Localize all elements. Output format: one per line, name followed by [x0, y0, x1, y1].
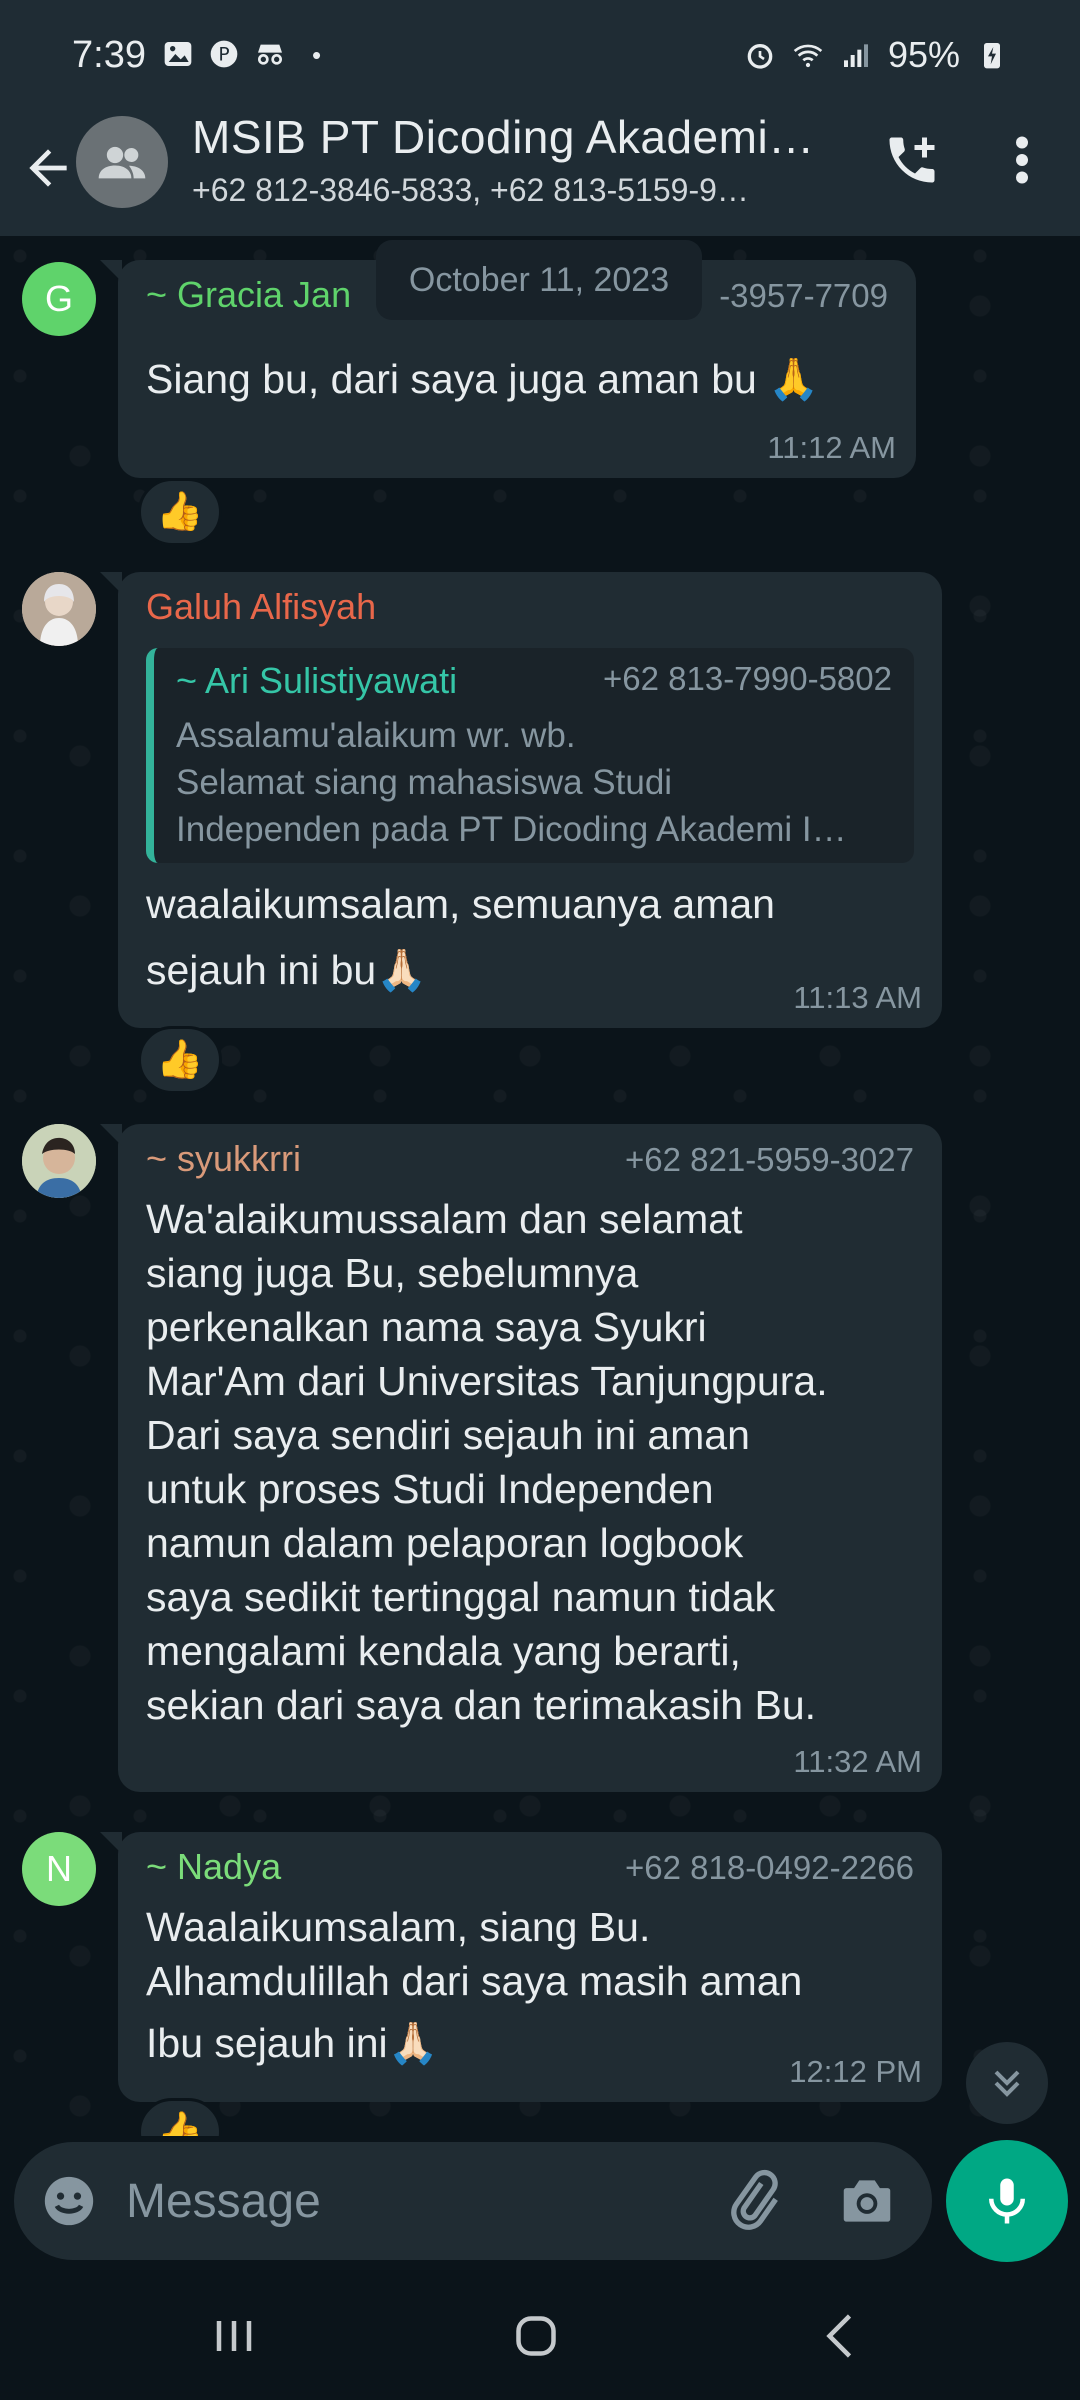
date-chip: October 11, 2023	[376, 240, 702, 320]
group-icon	[98, 146, 146, 179]
message-time: 11:13 AM	[793, 980, 922, 1015]
group-members[interactable]: +62 812-3846-5833, +62 813-5159-9…	[192, 172, 832, 209]
sender-name[interactable]: ~ Nadya	[146, 1846, 281, 1888]
sender-name[interactable]: ~ syukkrri	[146, 1138, 301, 1180]
sender-avatar[interactable]	[22, 1124, 96, 1198]
system-indicators: 95%	[744, 34, 1008, 76]
message-line: siang juga Bu, sebelumnya	[146, 1250, 639, 1296]
message-line: Wa'alaikumussalam dan selamat	[146, 1196, 743, 1242]
reaction-badge[interactable]: 👍	[138, 478, 222, 546]
message-line: sekian dari saya dan terimakasih Bu.	[146, 1682, 817, 1728]
message-time: 11:32 AM	[793, 1744, 922, 1779]
group-avatar[interactable]	[76, 116, 168, 208]
pinterest-notification-icon: P	[210, 40, 238, 68]
avatar-letter: G	[44, 278, 73, 319]
back-nav-icon[interactable]	[812, 2306, 872, 2366]
incognito-notification-icon	[258, 44, 282, 65]
sender-name[interactable]: Galuh Alfisyah	[146, 586, 376, 628]
status-bar: 7:39 P • 95%	[0, 0, 1080, 110]
message-input-container[interactable]	[14, 2142, 932, 2260]
add-call-icon[interactable]	[882, 130, 942, 190]
scroll-to-bottom-button[interactable]	[966, 2042, 1048, 2124]
profile-photo-icon	[22, 1124, 96, 1198]
message-time: 11:12 AM	[767, 430, 896, 465]
recent-apps-icon[interactable]	[204, 2306, 264, 2366]
compose-bar	[0, 2136, 1080, 2270]
sender-phone: +62 818-0492-2266	[624, 1849, 914, 1886]
status-time: 7:39	[72, 34, 146, 76]
message-line: Mar'Am dari Universitas Tanjungpura.	[146, 1358, 828, 1404]
message-line: mengalami kendala yang berarti,	[146, 1628, 741, 1674]
profile-photo-icon	[22, 572, 96, 646]
message-line: namun dalam pelaporan logbook	[146, 1520, 744, 1566]
group-title[interactable]: MSIB PT Dicoding Akademi…	[192, 110, 852, 164]
sender-avatar[interactable]: G	[22, 262, 96, 336]
quoted-line: Selamat siang mahasiswa Studi	[176, 763, 673, 802]
more-options-icon[interactable]	[1004, 130, 1040, 190]
message-line: Dari saya sendiri sejauh ini aman	[146, 1412, 750, 1458]
message-input[interactable]	[126, 2162, 686, 2240]
quoted-sender: ~ Ari Sulistiyawati	[176, 660, 458, 701]
message-line: saya sedikit tertinggal namun tidak	[146, 1574, 776, 1620]
battery-charging-icon	[984, 43, 1000, 69]
sender-phone: +62 821-5959-3027	[624, 1141, 914, 1178]
chat-header: MSIB PT Dicoding Akademi… +62 812-3846-5…	[0, 110, 1080, 236]
message-bubble[interactable]: ~ Nadya +62 818-0492-2266 Waalaikumsalam…	[100, 1832, 942, 2102]
quoted-line: Assalamu'alaikum wr. wb.	[176, 716, 576, 755]
reaction-badge[interactable]: 👍	[138, 1026, 222, 1094]
quoted-message[interactable]: ~ Ari Sulistiyawati +62 813-7990-5802 As…	[146, 648, 914, 863]
wifi-icon	[793, 44, 823, 68]
quoted-phone: +62 813-7990-5802	[602, 660, 892, 697]
chat-area[interactable]: G ~ Gracia Jan -3957-7709 Siang bu, dari…	[0, 236, 1080, 2136]
message-line: untuk proses Studi Independen	[146, 1466, 714, 1512]
signal-icon	[843, 44, 868, 67]
svg-text:P: P	[218, 45, 229, 66]
sender-avatar[interactable]	[22, 572, 96, 646]
reaction-badge[interactable]: 👍	[138, 2098, 222, 2136]
message-text: Siang bu, dari saya juga aman bu 🙏	[146, 356, 820, 402]
quoted-line: Independen pada PT Dicoding Akademi I…	[176, 810, 847, 849]
battery-percent: 95%	[887, 34, 960, 75]
message-bubble[interactable]: ~ syukkrri +62 821-5959-3027 Wa'alaikumu…	[100, 1124, 942, 1792]
emoji-icon[interactable]	[40, 2172, 98, 2230]
sender-name[interactable]: ~ Gracia Jan	[146, 274, 351, 316]
paperclip-icon[interactable]	[720, 2168, 784, 2232]
voice-message-button[interactable]	[946, 2140, 1068, 2262]
sender-avatar[interactable]: N	[22, 1832, 96, 1906]
home-icon[interactable]	[506, 2306, 566, 2366]
sender-phone: -3957-7709	[719, 277, 888, 314]
mic-icon	[989, 2178, 1025, 2224]
message-bubble[interactable]: Galuh Alfisyah ~ Ari Sulistiyawati +62 8…	[100, 572, 942, 1028]
double-chevron-down-icon	[994, 2070, 1020, 2097]
camera-icon[interactable]	[836, 2170, 898, 2232]
gallery-notification-icon	[164, 42, 192, 66]
more-notifications-dot: •	[312, 40, 322, 70]
back-arrow-icon[interactable]	[20, 140, 76, 196]
message-line: waalaikumsalam, semuanya aman	[146, 881, 775, 927]
system-navigation-bar	[0, 2270, 1080, 2400]
message-line: perkenalkan nama saya Syukri	[146, 1304, 707, 1350]
message-line: Alhamdulillah dari saya masih aman	[146, 1958, 803, 2004]
message-time: 12:12 PM	[789, 2054, 922, 2089]
message-line: Waalaikumsalam, siang Bu.	[146, 1904, 651, 1950]
notification-icons: P	[162, 38, 286, 70]
alarm-icon	[747, 44, 773, 69]
avatar-letter: N	[46, 1848, 72, 1889]
